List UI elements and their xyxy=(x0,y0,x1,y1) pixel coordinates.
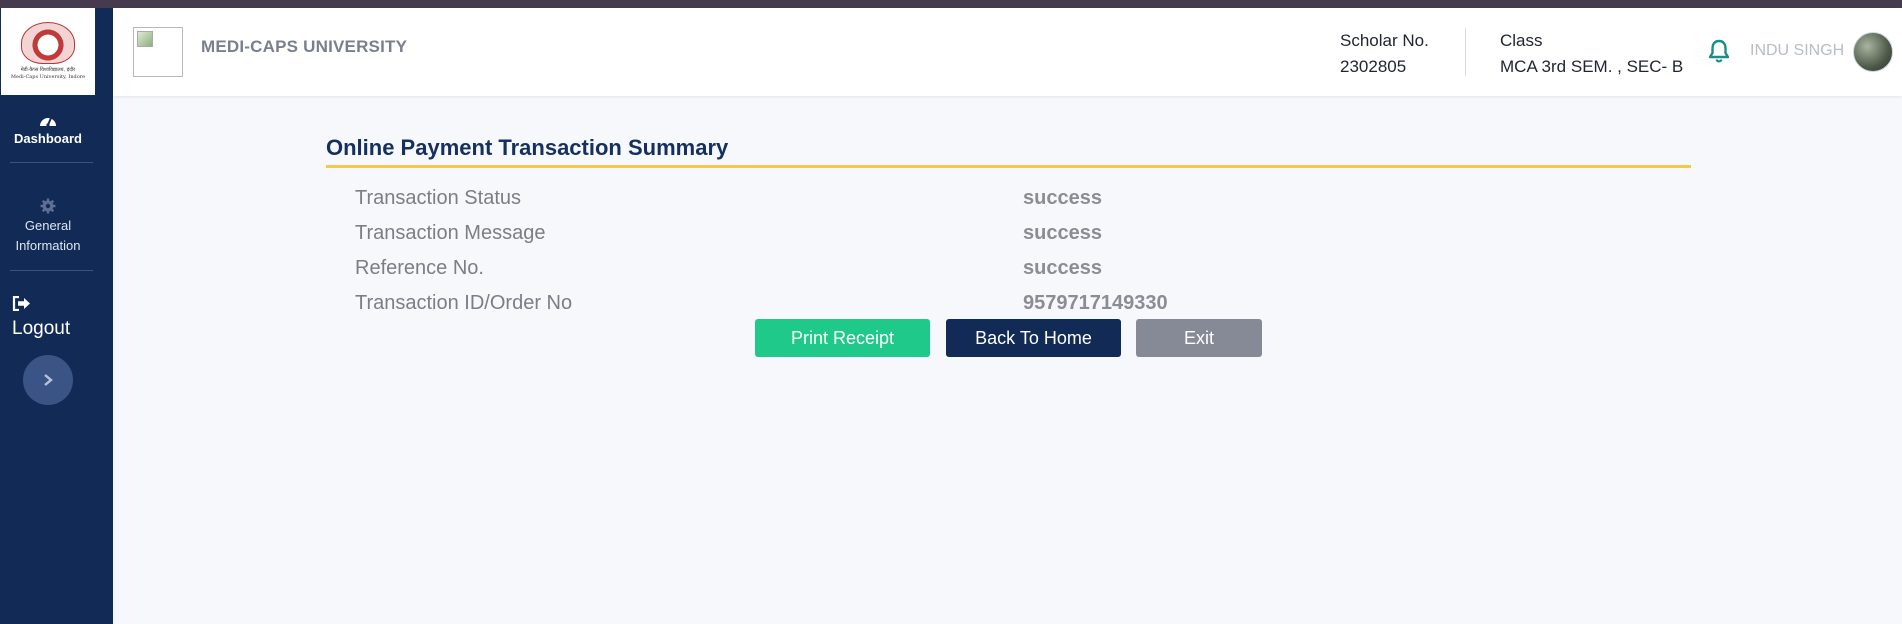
page-title: Online Payment Transaction Summary xyxy=(326,135,729,160)
sidebar: मेडी-कैप्स विश्वविद्यालय, इंदौर Medi-Cap… xyxy=(0,8,113,624)
transaction-status-label: Transaction Status xyxy=(355,187,522,209)
university-logo[interactable]: मेडी-कैप्स विश्वविद्यालय, इंदौर Medi-Cap… xyxy=(1,8,95,95)
chevron-right-icon xyxy=(44,374,53,386)
logo-emblem xyxy=(21,22,75,64)
header-logo-image xyxy=(133,27,183,77)
title-underline xyxy=(326,165,1691,168)
logout-icon xyxy=(12,295,30,312)
scholar-label: Scholar No. xyxy=(1340,31,1429,50)
header-divider xyxy=(1465,28,1466,76)
print-receipt-button[interactable]: Print Receipt xyxy=(755,319,930,357)
logo-text: मेडी-कैप्स विश्वविद्यालय, इंदौर Medi-Cap… xyxy=(11,67,85,81)
sidebar-divider xyxy=(10,162,93,163)
sidebar-item-general-information[interactable]: General Information xyxy=(0,198,96,256)
bell-icon xyxy=(1708,39,1730,63)
sidebar-toggle-button[interactable] xyxy=(23,355,73,405)
scholar-number: 2302805 xyxy=(1340,57,1407,76)
logo-caption: मेडी-कैप्स विश्वविद्यालय, इंदौर Medi-Cap… xyxy=(10,67,86,80)
user-name[interactable]: INDU SINGH xyxy=(1750,42,1844,60)
class-value: MCA 3rd SEM. , SEC- B xyxy=(1500,57,1684,76)
sidebar-item-label: Dashboard xyxy=(14,131,82,146)
transaction-id-label: Transaction ID/Order No xyxy=(355,292,573,314)
gear-icon xyxy=(40,198,56,214)
notification-button[interactable] xyxy=(1708,39,1730,68)
brand-name: MEDI-CAPS UNIVERSITY xyxy=(201,37,408,56)
transaction-id-value: 9579717149330 xyxy=(1023,292,1168,314)
transaction-message-label: Transaction Message xyxy=(355,222,546,244)
sidebar-item-label: General Information xyxy=(15,218,81,253)
exit-button[interactable]: Exit xyxy=(1136,319,1262,357)
back-to-home-button[interactable]: Back To Home xyxy=(946,319,1121,357)
sidebar-item-logout[interactable]: Logout xyxy=(0,295,96,340)
broken-image-icon xyxy=(137,31,153,47)
sidebar-item-label: Logout xyxy=(12,318,71,339)
class-info: Class MCA 3rd SEM. , SEC- B xyxy=(1500,28,1683,80)
top-strip xyxy=(0,0,1902,8)
gauge-icon xyxy=(40,117,56,127)
transaction-message-value: success xyxy=(1023,222,1102,244)
sidebar-divider xyxy=(10,270,93,271)
avatar[interactable] xyxy=(1853,32,1893,72)
class-label: Class xyxy=(1500,31,1543,50)
reference-no-label: Reference No. xyxy=(355,257,484,279)
top-header: MEDI-CAPS UNIVERSITY Scholar No. 2302805… xyxy=(113,8,1902,96)
scholar-info: Scholar No. 2302805 xyxy=(1340,28,1429,80)
sidebar-item-dashboard[interactable]: Dashboard xyxy=(0,112,96,146)
transaction-status-value: success xyxy=(1023,187,1102,209)
reference-no-value: success xyxy=(1023,257,1102,279)
